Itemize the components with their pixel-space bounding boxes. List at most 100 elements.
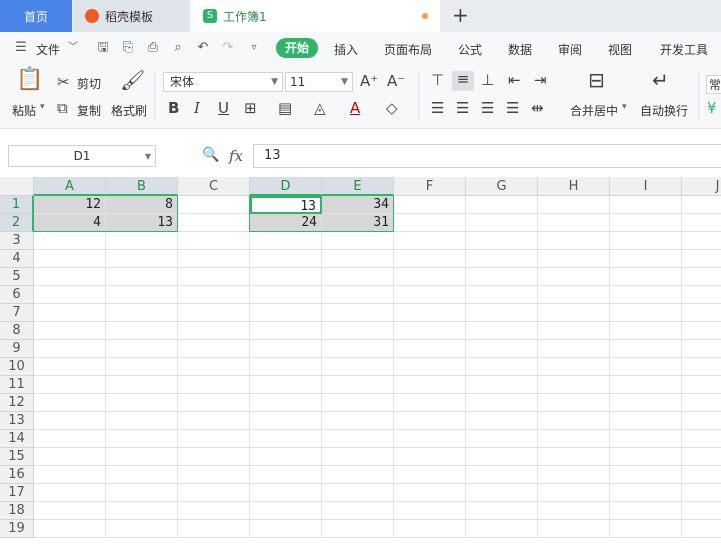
cell-c14[interactable]	[178, 430, 250, 448]
column-header-h[interactable]: H	[538, 177, 610, 196]
paste-icon[interactable]: 📋	[16, 69, 43, 91]
cell-i7[interactable]	[610, 304, 682, 322]
cell-g1[interactable]	[466, 196, 538, 214]
cell-c11[interactable]	[178, 376, 250, 394]
row-header-19[interactable]: 19	[0, 520, 34, 538]
cell-j11[interactable]	[682, 376, 721, 394]
row-header-14[interactable]: 14	[0, 430, 34, 448]
merge-dropdown-icon[interactable]: ▾	[622, 102, 627, 112]
cell-j8[interactable]	[682, 322, 721, 340]
cell-a12[interactable]	[34, 394, 106, 412]
copy-icon[interactable]: ⧉	[57, 100, 68, 116]
cell-a16[interactable]	[34, 466, 106, 484]
column-header-a[interactable]: A	[34, 177, 106, 196]
cell-h5[interactable]	[538, 268, 610, 286]
cell-h3[interactable]	[538, 232, 610, 250]
cell-b2[interactable]: 13	[106, 214, 178, 232]
cell-j2[interactable]	[682, 214, 721, 232]
row-header-16[interactable]: 16	[0, 466, 34, 484]
cell-f7[interactable]	[394, 304, 466, 322]
cell-c2[interactable]	[178, 214, 250, 232]
cell-e17[interactable]	[322, 484, 394, 502]
fill-color-icon[interactable]: ◬	[314, 100, 326, 116]
row-header-10[interactable]: 10	[0, 358, 34, 376]
cell-f14[interactable]	[394, 430, 466, 448]
cell-b6[interactable]	[106, 286, 178, 304]
cell-h1[interactable]	[538, 196, 610, 214]
cell-h11[interactable]	[538, 376, 610, 394]
cell-e9[interactable]	[322, 340, 394, 358]
cell-f3[interactable]	[394, 232, 466, 250]
cell-g11[interactable]	[466, 376, 538, 394]
cell-h16[interactable]	[538, 466, 610, 484]
borders-icon[interactable]: ⊞	[244, 100, 257, 116]
cell-e10[interactable]	[322, 358, 394, 376]
cell-a9[interactable]	[34, 340, 106, 358]
menu-page-layout[interactable]: 页面布局	[384, 41, 432, 58]
cell-i15[interactable]	[610, 448, 682, 466]
cell-g12[interactable]	[466, 394, 538, 412]
wrap-text-icon[interactable]: ↵	[652, 70, 669, 90]
copy-button[interactable]: 复制	[77, 102, 101, 119]
row-header-11[interactable]: 11	[0, 376, 34, 394]
align-center-icon[interactable]: ☰	[456, 100, 469, 116]
cell-c5[interactable]	[178, 268, 250, 286]
row-header-17[interactable]: 17	[0, 484, 34, 502]
cell-d16[interactable]	[250, 466, 322, 484]
cell-h14[interactable]	[538, 430, 610, 448]
justify-icon[interactable]: ☰	[506, 100, 519, 116]
cell-d5[interactable]	[250, 268, 322, 286]
column-header-f[interactable]: F	[394, 177, 466, 196]
cell-a19[interactable]	[34, 520, 106, 538]
cell-j1[interactable]	[682, 196, 721, 214]
save-icon[interactable]: 🖫	[96, 41, 110, 55]
font-name-select[interactable]: 宋体 ▼	[163, 72, 283, 92]
cell-c3[interactable]	[178, 232, 250, 250]
scissors-icon[interactable]: ✂	[57, 74, 70, 90]
find-zoom-icon[interactable]: 🔍	[202, 147, 219, 163]
cell-h8[interactable]	[538, 322, 610, 340]
cell-b4[interactable]	[106, 250, 178, 268]
new-tab-button[interactable]: +	[452, 3, 469, 27]
row-header-1[interactable]: 1	[0, 196, 34, 214]
cell-e1[interactable]: 34	[322, 196, 394, 214]
cell-b8[interactable]	[106, 322, 178, 340]
row-header-13[interactable]: 13	[0, 412, 34, 430]
cell-f8[interactable]	[394, 322, 466, 340]
font-size-select[interactable]: 11 ▼	[285, 72, 353, 92]
cell-j9[interactable]	[682, 340, 721, 358]
cell-j5[interactable]	[682, 268, 721, 286]
print-preview-icon[interactable]: ⌕	[171, 41, 185, 55]
cell-i1[interactable]	[610, 196, 682, 214]
cell-f5[interactable]	[394, 268, 466, 286]
merge-center-icon[interactable]: ⊟	[588, 70, 605, 90]
cell-g15[interactable]	[466, 448, 538, 466]
cell-e8[interactable]	[322, 322, 394, 340]
cell-a6[interactable]	[34, 286, 106, 304]
formula-input[interactable]: 13	[253, 144, 721, 168]
row-header-4[interactable]: 4	[0, 250, 34, 268]
column-header-b[interactable]: B	[106, 177, 178, 196]
cell-j10[interactable]	[682, 358, 721, 376]
cell-a2[interactable]: 4	[34, 214, 106, 232]
paste-button[interactable]: 粘贴	[12, 102, 36, 119]
cell-b9[interactable]	[106, 340, 178, 358]
cell-i10[interactable]	[610, 358, 682, 376]
underline-icon[interactable]: U	[218, 100, 229, 116]
spreadsheet-grid[interactable]: A B C D E F G H I J 1 12 8 13 34 2 4 13 24 31 3 4 5 6 7 8 9 10 11 12 1…	[0, 177, 721, 547]
cell-f15[interactable]	[394, 448, 466, 466]
cell-a15[interactable]	[34, 448, 106, 466]
cell-g4[interactable]	[466, 250, 538, 268]
row-header-2[interactable]: 2	[0, 214, 34, 232]
cell-f12[interactable]	[394, 394, 466, 412]
redo-icon[interactable]: ↷	[221, 41, 235, 55]
cell-c9[interactable]	[178, 340, 250, 358]
menu-formulas[interactable]: 公式	[458, 41, 482, 58]
align-top-icon[interactable]: ⊤	[431, 72, 444, 88]
cell-h19[interactable]	[538, 520, 610, 538]
cell-b11[interactable]	[106, 376, 178, 394]
cell-f13[interactable]	[394, 412, 466, 430]
cell-g8[interactable]	[466, 322, 538, 340]
row-header-8[interactable]: 8	[0, 322, 34, 340]
cell-d17[interactable]	[250, 484, 322, 502]
